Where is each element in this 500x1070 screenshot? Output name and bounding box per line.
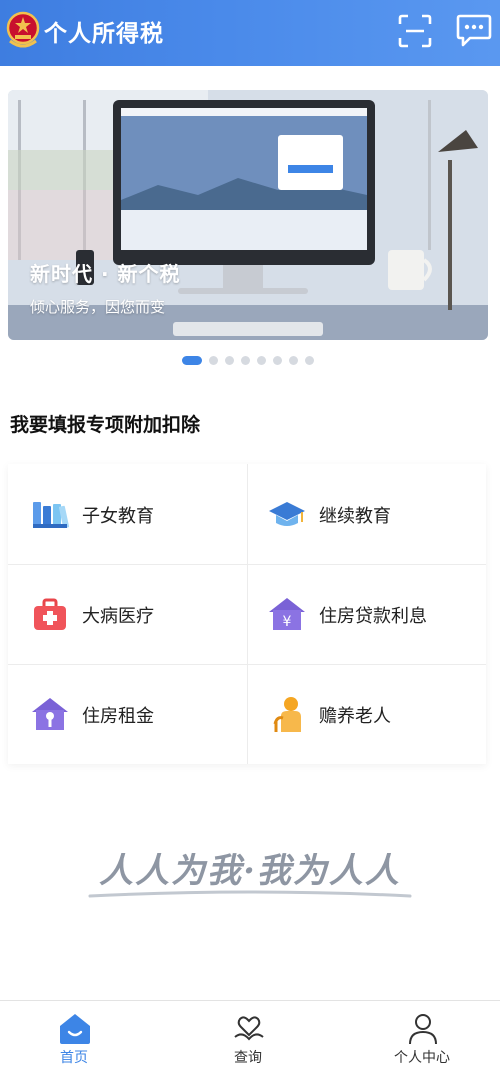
deduction-item-serious-illness[interactable]: 大病医疗 xyxy=(8,564,247,664)
carousel-dot[interactable] xyxy=(289,355,298,365)
graduation-cap-icon xyxy=(269,502,305,526)
deduction-item-label: 子女教育 xyxy=(82,506,154,527)
deduction-item-label: 继续教育 xyxy=(319,506,391,527)
elderly-icon xyxy=(273,697,301,732)
scan-icon[interactable] xyxy=(398,14,432,48)
deduction-item-label: 赡养老人 xyxy=(319,706,391,727)
tab-home[interactable]: 首页 xyxy=(14,1001,134,1070)
deduction-item-label: 住房贷款利息 xyxy=(319,606,427,627)
deduction-item-housing-rent[interactable]: 住房租金 xyxy=(8,664,247,764)
house-key-icon xyxy=(32,698,68,730)
deduction-item-mortgage-interest[interactable]: ¥ 住房贷款利息 xyxy=(247,564,486,664)
tab-label: 个人中心 xyxy=(394,1050,450,1066)
app-title: 个人所得税 xyxy=(44,21,164,47)
bottom-tab-bar: 首页 查询 个人中心 xyxy=(0,1000,500,1070)
tab-query[interactable]: 查询 xyxy=(188,1001,308,1070)
svg-text:¥: ¥ xyxy=(283,614,292,630)
house-loan-icon: ¥ xyxy=(269,598,305,630)
app-header: 个人所得税 xyxy=(0,0,500,66)
user-icon xyxy=(409,1014,437,1045)
banner-title: 新时代 · 新个税 xyxy=(30,262,181,286)
heart-hand-icon xyxy=(234,1016,264,1041)
carousel-indicator[interactable] xyxy=(182,355,321,365)
deduction-item-continuing-education[interactable]: 继续教育 xyxy=(247,464,486,564)
section-title: 我要填报专项附加扣除 xyxy=(10,414,201,436)
app-root: 个人所得税 新时代 · 新个税 倾心服务，因您而变 我要填报专项附加扣除 子女教… xyxy=(0,0,500,1070)
tab-label: 查询 xyxy=(234,1050,262,1066)
tab-profile[interactable]: 个人中心 xyxy=(362,1001,482,1070)
banner-subtitle: 倾心服务，因您而变 xyxy=(30,298,166,316)
deduction-item-label: 住房租金 xyxy=(82,706,154,727)
home-icon xyxy=(60,1014,90,1044)
national-emblem-icon xyxy=(6,11,40,48)
deduction-item-child-education[interactable]: 子女教育 xyxy=(8,464,247,564)
deduction-item-elderly-support[interactable]: 赡养老人 xyxy=(247,664,486,764)
carousel-dot[interactable] xyxy=(305,355,314,365)
slogan-calligraphy: 人人为我·我为人人 xyxy=(88,851,412,898)
medical-kit-icon xyxy=(34,598,66,630)
deduction-grid: 子女教育 继续教育 大病医疗 ¥ 住房贷款利息 住房租金 赡养老人 xyxy=(8,464,486,764)
deduction-item-label: 大病医疗 xyxy=(82,606,154,627)
carousel-dot[interactable] xyxy=(257,355,266,365)
promo-banner[interactable]: 新时代 · 新个税 倾心服务，因您而变 xyxy=(8,90,488,340)
slogan-text: 人人为我·我为人人 xyxy=(99,851,401,891)
carousel-dot[interactable] xyxy=(209,355,218,365)
carousel-dot[interactable] xyxy=(225,355,234,365)
carousel-dot[interactable] xyxy=(241,355,250,365)
message-icon[interactable] xyxy=(456,14,492,48)
carousel-dot-active[interactable] xyxy=(182,355,202,365)
books-icon xyxy=(33,502,70,529)
carousel-dot[interactable] xyxy=(273,355,282,365)
tab-label: 首页 xyxy=(60,1050,88,1066)
